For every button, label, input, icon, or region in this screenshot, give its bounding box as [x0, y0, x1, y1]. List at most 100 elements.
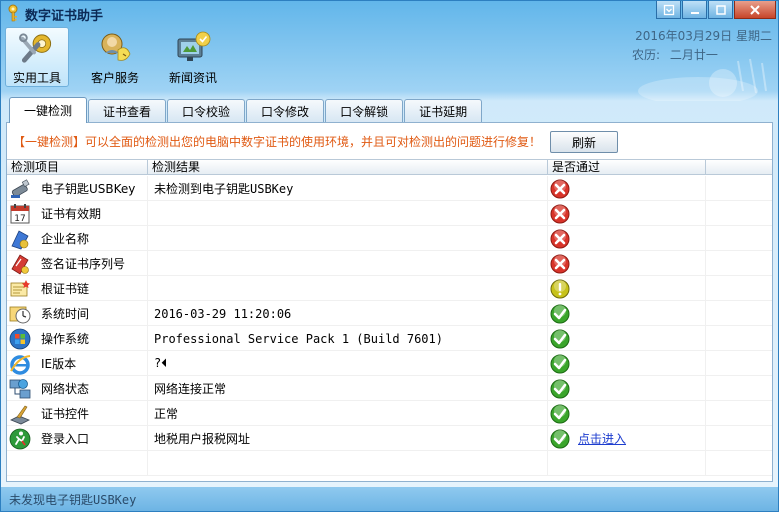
item-cell: 登录入口 [7, 426, 148, 451]
login-icon [9, 428, 31, 449]
control-icon [10, 405, 30, 424]
tab-unlock-password[interactable]: 口令解锁 [325, 99, 404, 123]
item-cell: IE版本 [7, 351, 148, 376]
ie-icon [10, 354, 31, 375]
table-row[interactable]: IE版本 ?⏴ [7, 351, 772, 376]
header-result[interactable]: 检测结果 [148, 160, 548, 175]
item-label: 登录入口 [41, 432, 90, 446]
grid-header: 检测项目 检测结果 是否通过 [7, 159, 772, 175]
pass-icon [550, 404, 570, 423]
customer-service-icon [101, 33, 131, 61]
warning-icon [550, 279, 570, 298]
empty-row [7, 451, 772, 476]
tab-verify-password[interactable]: 口令校验 [167, 99, 246, 123]
window-menu-icon [663, 4, 674, 15]
pass-icon [550, 429, 570, 448]
calendar-icon: 17 [10, 203, 30, 224]
status-cell: 点击进入 [548, 426, 706, 451]
app-window: 数字证书助手 实用工具 客户服务 新闻资讯 2016年03月29日 星期二 农历… [0, 0, 779, 512]
item-cell: 根证书链 [7, 276, 148, 301]
header-extra[interactable] [706, 160, 772, 175]
item-label: 网络状态 [41, 382, 90, 396]
extra-cell [706, 401, 772, 426]
gregorian-date: 2016年03月29日 星期二 [635, 29, 772, 43]
title-bar[interactable]: 数字证书助手 [1, 1, 778, 25]
close-button[interactable] [734, 1, 776, 19]
result-cell: 2016-03-29 11:20:06 [148, 301, 548, 326]
table-row[interactable]: 根证书链 [7, 276, 772, 301]
toolbar-item-tools[interactable]: 实用工具 [5, 27, 69, 87]
notice-text: 【一键检测】可以全面的检测出您的电脑中数字证书的使用环境，并且可对检测出的问题进… [13, 133, 541, 150]
item-label: 操作系统 [41, 332, 90, 346]
pass-icon [550, 329, 570, 348]
item-label: 根证书链 [41, 282, 90, 296]
item-label: 电子钥匙USBKey [41, 182, 136, 196]
tools-icon [19, 33, 52, 63]
news-icon [177, 31, 211, 61]
table-row[interactable]: 企业名称 [7, 226, 772, 251]
extra-cell [706, 426, 772, 451]
status-cell [548, 376, 706, 401]
result-cell: 地税用户报税网址 [148, 426, 548, 451]
extra-cell [706, 251, 772, 276]
tab-view-certificate[interactable]: 证书查看 [88, 99, 167, 123]
pass-icon [550, 304, 570, 323]
maximize-button[interactable] [708, 1, 733, 19]
usb-key-icon [11, 178, 30, 198]
header-item[interactable]: 检测项目 [7, 160, 148, 175]
network-icon [9, 378, 31, 398]
status-bar: 未发现电子钥匙USBKey [1, 487, 778, 511]
main-toolbar: 实用工具 客户服务 新闻资讯 [5, 27, 239, 87]
result-cell: 未检测到电子钥匙USBKey [148, 176, 548, 201]
table-row[interactable]: 17 证书有效期 [7, 201, 772, 226]
toolbar-label: 客户服务 [90, 71, 139, 85]
minimize-button[interactable] [682, 1, 707, 19]
result-cell: Professional Service Pack 1 (Build 7601) [148, 326, 548, 351]
status-cell [548, 176, 706, 201]
table-row[interactable]: 证书控件 正常 [7, 401, 772, 426]
status-cell [548, 251, 706, 276]
notice-prefix: 【一键检测】 [13, 135, 86, 149]
extra-cell [706, 376, 772, 401]
item-label: 证书有效期 [41, 207, 102, 221]
svg-text:17: 17 [14, 214, 25, 224]
item-cell: 17 证书有效期 [7, 201, 148, 226]
item-cell: 网络状态 [7, 376, 148, 401]
tab-change-password[interactable]: 口令修改 [246, 99, 325, 123]
check-rows: 电子钥匙USBKey 未检测到电子钥匙USBKey 17 证书有效期 企业名称 … [7, 176, 772, 476]
tab-extend-certificate[interactable]: 证书延期 [404, 99, 483, 123]
window-controls [655, 1, 776, 21]
header-pass[interactable]: 是否通过 [548, 160, 706, 175]
result-cell [148, 276, 548, 301]
empty-cell [706, 451, 772, 476]
windows-icon [9, 328, 31, 349]
root-cert-icon [10, 279, 30, 296]
tab-one-click-check[interactable]: 一键检测 [9, 97, 88, 123]
toolbar-label: 新闻资讯 [168, 71, 217, 85]
toolbar-item-customer-service[interactable]: 客户服务 [83, 27, 147, 87]
status-text: 未发现电子钥匙USBKey [9, 492, 137, 507]
extra-cell [706, 226, 772, 251]
pass-icon [550, 354, 570, 373]
result-cell: 正常 [148, 401, 548, 426]
extra-cell [706, 276, 772, 301]
tab-bar: 一键检测 证书查看 口令校验 口令修改 口令解锁 证书延期 [9, 97, 483, 123]
table-row[interactable]: 系统时间 2016-03-29 11:20:06 [7, 301, 772, 326]
restore-button[interactable] [656, 1, 681, 19]
check-panel: 【一键检测】可以全面的检测出您的电脑中数字证书的使用环境，并且可对检测出的问题进… [6, 122, 773, 482]
pass-icon [550, 379, 570, 398]
clock-icon [9, 306, 31, 323]
refresh-button[interactable]: 刷新 [550, 131, 618, 153]
table-row[interactable]: 操作系统 Professional Service Pack 1 (Build … [7, 326, 772, 351]
table-row[interactable]: 签名证书序列号 [7, 251, 772, 276]
table-row[interactable]: 登录入口 地税用户报税网址 点击进入 [7, 426, 772, 451]
result-cell [148, 251, 548, 276]
table-row[interactable]: 网络状态 网络连接正常 [7, 376, 772, 401]
item-cell: 证书控件 [7, 401, 148, 426]
result-cell: ?⏴ [148, 351, 548, 376]
table-row[interactable]: 电子钥匙USBKey 未检测到电子钥匙USBKey [7, 176, 772, 201]
item-label: 签名证书序列号 [41, 257, 126, 271]
enter-link[interactable]: 点击进入 [578, 430, 626, 447]
toolbar-item-news[interactable]: 新闻资讯 [161, 27, 225, 87]
status-cell [548, 301, 706, 326]
